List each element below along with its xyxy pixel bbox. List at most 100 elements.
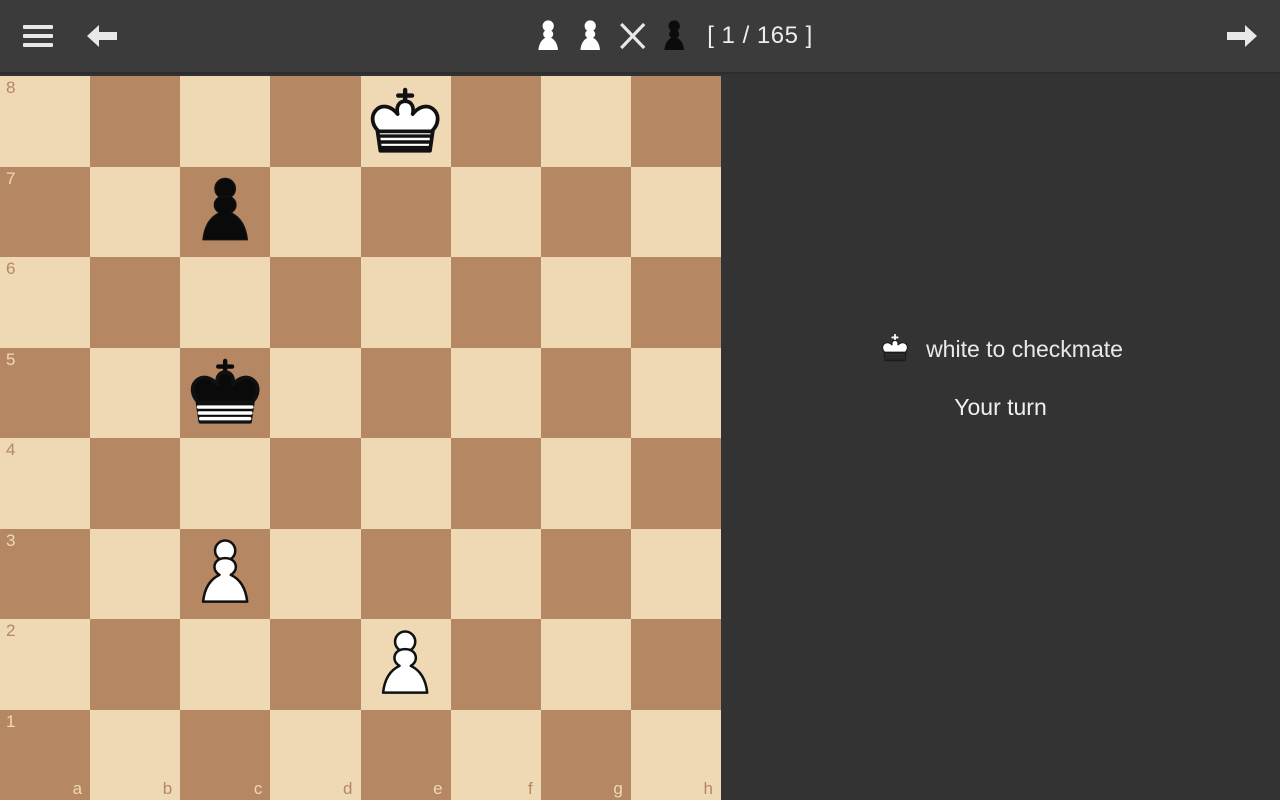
rank-label-8: 8 <box>6 78 16 97</box>
board-square-d7[interactable] <box>270 166 361 257</box>
board-square-h8[interactable] <box>630 76 721 167</box>
white-pawn-icon <box>527 15 569 57</box>
board-square-a2[interactable]: 2 <box>0 619 91 710</box>
white-pawn-icon <box>569 15 611 57</box>
board-square-d4[interactable] <box>270 438 361 529</box>
board-square-g7[interactable] <box>540 166 631 257</box>
board-square-d3[interactable] <box>270 528 361 619</box>
capture-summary: [ 1 / 165 ] <box>527 15 813 57</box>
board-square-e5[interactable] <box>360 347 451 438</box>
chess-puzzle-app: [ 1 / 165 ] 8 7 6 5 4 3 2 1a bc de fg h white … <box>0 0 1280 800</box>
board-square-a5[interactable]: 5 <box>0 347 91 438</box>
board-square-f1[interactable]: f <box>450 709 541 800</box>
board-square-h2[interactable] <box>630 619 721 710</box>
white-king-icon <box>878 334 912 364</box>
board-square-e4[interactable] <box>360 438 451 529</box>
versus-x-icon <box>611 15 653 57</box>
board-square-c1[interactable]: c <box>180 709 271 800</box>
file-label-f: f <box>528 778 533 798</box>
objective-text: white to checkmate <box>926 335 1123 362</box>
rank-label-4: 4 <box>6 440 16 459</box>
board-square-a3[interactable]: 3 <box>0 528 91 619</box>
board-square-c3[interactable] <box>180 528 271 620</box>
board-square-a8[interactable]: 8 <box>0 76 91 167</box>
file-label-h: h <box>703 778 713 798</box>
board-square-g3[interactable] <box>540 528 631 619</box>
white-pawn-c3[interactable] <box>180 529 270 620</box>
board-square-e1[interactable]: e <box>360 709 451 800</box>
board-square-f4[interactable] <box>450 438 541 529</box>
board-square-h1[interactable]: h <box>630 709 721 800</box>
board-square-f5[interactable] <box>450 347 541 438</box>
arrow-left-icon <box>87 25 117 47</box>
header-left-controls <box>0 16 122 56</box>
board-square-a1[interactable]: 1a <box>0 709 91 800</box>
board-square-g4[interactable] <box>540 438 631 529</box>
board-square-h3[interactable] <box>630 528 721 619</box>
black-king-c5[interactable] <box>180 348 270 439</box>
file-label-d: d <box>343 778 353 798</box>
board-square-b6[interactable] <box>90 257 181 348</box>
board-square-d5[interactable] <box>270 347 361 438</box>
board-square-g2[interactable] <box>540 619 631 710</box>
board-square-c6[interactable] <box>180 257 271 348</box>
board-square-f2[interactable] <box>450 619 541 710</box>
white-king-e8[interactable] <box>361 76 451 167</box>
rank-label-5: 5 <box>6 349 16 369</box>
board-square-f8[interactable] <box>450 76 541 167</box>
board-square-g1[interactable]: g <box>540 709 631 800</box>
board-square-d2[interactable] <box>270 619 361 710</box>
board-square-g6[interactable] <box>540 257 631 348</box>
side-panel: white to checkmate Your turn <box>721 76 1280 800</box>
board-square-d1[interactable]: d <box>270 709 361 800</box>
file-label-b: b <box>162 778 173 798</box>
board-square-c8[interactable] <box>180 76 271 167</box>
black-pawn-c7[interactable] <box>180 167 270 258</box>
board-square-f7[interactable] <box>450 166 541 257</box>
forward-button[interactable] <box>1222 16 1262 56</box>
arrow-right-icon <box>1227 25 1257 47</box>
board-square-e6[interactable] <box>360 257 451 348</box>
board-square-e8[interactable] <box>360 76 451 167</box>
board-square-d8[interactable] <box>270 76 361 167</box>
board-square-a6[interactable]: 6 <box>0 257 91 348</box>
board-square-c5[interactable] <box>180 347 271 439</box>
app-header: [ 1 / 165 ] <box>0 0 1280 74</box>
board-square-b5[interactable] <box>90 347 181 438</box>
board-square-b1[interactable]: b <box>90 709 181 800</box>
board-square-e2[interactable] <box>360 619 451 710</box>
turn-indicator: Your turn <box>954 394 1047 420</box>
board-square-b7[interactable] <box>90 166 181 257</box>
board-square-f3[interactable] <box>450 528 541 619</box>
white-pawn-e2[interactable] <box>361 619 451 710</box>
board-square-h6[interactable] <box>630 257 721 348</box>
hamburger-icon <box>23 25 53 47</box>
board-square-b2[interactable] <box>90 619 181 710</box>
board-square-c7[interactable] <box>180 166 271 258</box>
menu-button[interactable] <box>18 16 58 56</box>
board-square-f6[interactable] <box>450 257 541 348</box>
board-square-b3[interactable] <box>90 528 181 619</box>
board-container: 8 7 6 5 4 3 2 1a bc de fg h <box>0 76 721 800</box>
board-square-h4[interactable] <box>630 438 721 529</box>
board-square-e3[interactable] <box>360 528 451 619</box>
board-square-b4[interactable] <box>90 438 181 529</box>
board-square-e7[interactable] <box>360 166 451 257</box>
board-square-d6[interactable] <box>270 257 361 348</box>
chess-board[interactable]: 8 7 6 5 4 3 2 1a bc de fg h <box>0 76 721 800</box>
rank-label-7: 7 <box>6 168 16 188</box>
board-square-b8[interactable] <box>90 76 181 167</box>
captured-black-pawns <box>653 15 695 57</box>
board-square-c4[interactable] <box>180 438 271 529</box>
black-pawn-icon <box>653 15 695 57</box>
back-button[interactable] <box>82 16 122 56</box>
board-square-g5[interactable] <box>540 347 631 438</box>
header-right-controls <box>1222 16 1262 56</box>
board-square-a7[interactable]: 7 <box>0 166 91 257</box>
board-square-h5[interactable] <box>630 347 721 438</box>
board-square-h7[interactable] <box>630 166 721 257</box>
board-square-c2[interactable] <box>180 619 271 710</box>
board-square-g8[interactable] <box>540 76 631 167</box>
rank-label-6: 6 <box>6 259 16 278</box>
board-square-a4[interactable]: 4 <box>0 438 91 529</box>
